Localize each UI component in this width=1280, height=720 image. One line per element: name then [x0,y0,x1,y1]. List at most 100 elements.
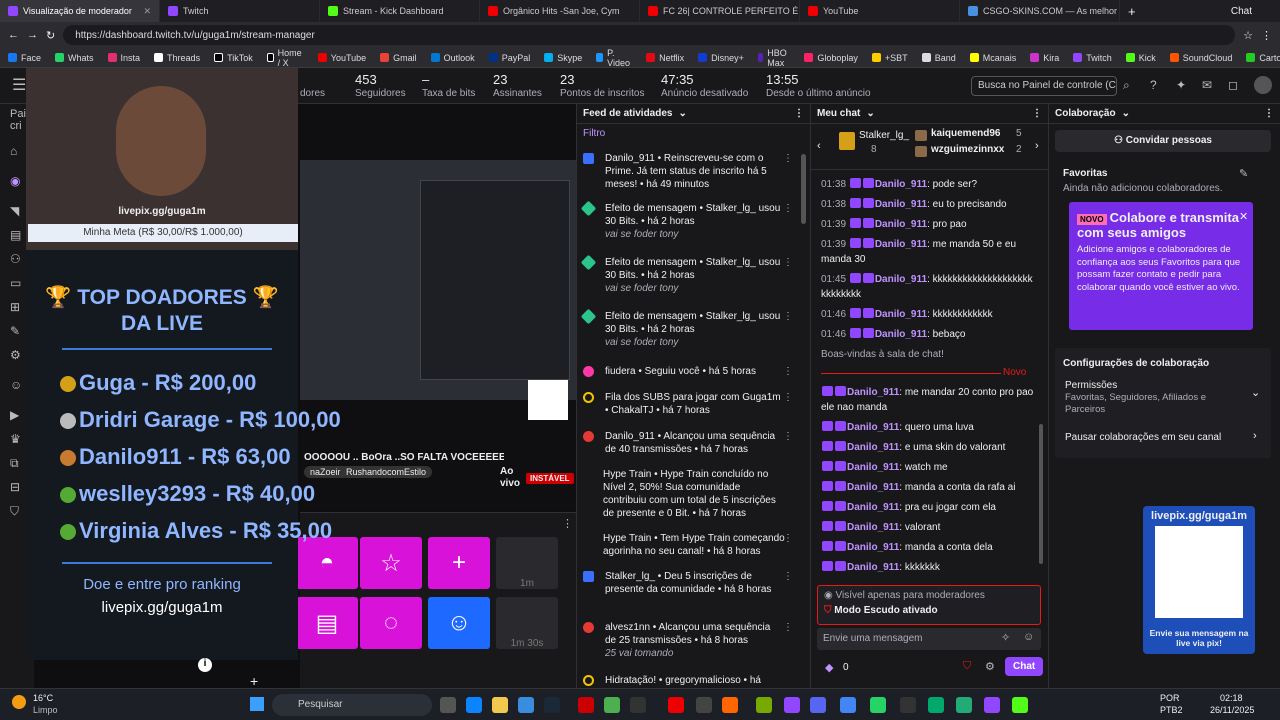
app-icon[interactable] [756,697,772,713]
bits-icon[interactable]: ◆ [825,661,833,674]
achievements-icon[interactable]: ♛ [10,432,21,446]
stream-icon[interactable]: ◉ [10,174,20,188]
book-icon[interactable]: ⊟ [10,480,20,494]
tools-icon[interactable]: ✎ [10,324,20,338]
new-tab-button[interactable]: + [1120,4,1144,19]
stream-tag[interactable]: RushandocomEstilo [340,466,433,478]
quick-action-timer[interactable]: 1m 30s [496,597,558,649]
twitch-icon[interactable] [784,697,800,713]
bookmark-6[interactable]: YouTube [317,53,366,63]
bookmark-15[interactable]: Globoplay [804,53,858,63]
more-icon[interactable]: ⋮ [1264,108,1274,119]
more-icon[interactable]: ⋮ [562,517,573,530]
more-icon[interactable]: ⋮ [783,202,793,215]
task-view-icon[interactable] [440,697,456,713]
bookmark-4[interactable]: TikTok [214,53,253,63]
scrollbar[interactable] [801,154,806,224]
pause-collab-row[interactable]: Pausar colaborações em seu canal [1065,432,1221,443]
hamburger-menu-icon[interactable]: ☰ [12,75,26,95]
bookmark-16[interactable]: +SBT [871,53,908,63]
inbox-icon[interactable]: ✉ [1202,78,1212,92]
whatsapp-icon[interactable] [870,697,886,713]
star-icon[interactable]: ☆ [1243,29,1253,42]
puzzle-icon[interactable]: ⧉ [10,456,19,471]
quick-action-button[interactable]: ◓ [296,537,358,589]
shield-icon[interactable]: ⛉ [10,504,19,519]
quick-action-button[interactable]: ◌ [360,597,422,649]
tab-1[interactable]: Twitch [160,0,320,22]
close-tab-icon[interactable]: ✕ [143,6,151,17]
help-icon[interactable]: ? [1150,78,1157,92]
quick-action-button[interactable]: ▤ [296,597,358,649]
video-icon[interactable]: ▶ [10,408,19,422]
tab-0[interactable]: Visualização de moderador ✕ [0,0,160,22]
taskbar-search[interactable]: Pesquisar [272,694,432,716]
tab-3[interactable]: Orgânico Hits -San Joe, Cym [480,0,640,22]
bookmark-14[interactable]: HBO Max [757,48,791,68]
bookmark-13[interactable]: Disney+ [698,53,744,63]
bookmark-5[interactable]: Home / X [266,48,304,68]
chrome-icon[interactable] [840,697,856,713]
store-icon[interactable] [518,697,534,713]
sparkle-icon[interactable]: ✧ [1001,631,1010,644]
url-field[interactable]: https://dashboard.twitch.tv/u/guga1m/str… [63,25,1236,45]
avatar[interactable] [1254,76,1272,94]
youtube-icon[interactable] [668,697,684,713]
discord-icon[interactable] [810,697,826,713]
chevron-down-icon[interactable]: ⌄ [678,108,686,119]
clock-time[interactable]: 02:18 [1220,693,1243,703]
kick-icon[interactable] [1012,697,1028,713]
chevron-right-icon[interactable]: › [1035,140,1039,152]
more-icon[interactable]: ⋮ [783,310,793,323]
send-chat-button[interactable]: Chat [1005,657,1044,676]
chevron-down-icon[interactable]: ⌄ [1122,108,1130,119]
bookmark-19[interactable]: Kira [1030,53,1059,63]
edit-icon[interactable]: ✎ [1239,167,1248,180]
reload-icon[interactable]: ↻ [46,29,55,42]
quick-action-button[interactable]: + [428,537,490,589]
bookmark-11[interactable]: P. Video [596,48,632,68]
scrollbar[interactable] [1039,424,1043,564]
bookmark-12[interactable]: Netflix [646,53,684,63]
browser-chat-button[interactable]: Chat [1231,6,1252,17]
bookmark-9[interactable]: PayPal [488,53,530,63]
more-icon[interactable]: ⋮ [783,532,793,545]
dashboard-search-input[interactable]: Busca no Painel de controle (C [971,76,1117,96]
emoji-icon[interactable]: ☺ [10,378,22,392]
windows-start-icon[interactable] [250,697,264,711]
weather-icon[interactable] [12,695,26,709]
more-icon[interactable]: ⋮ [1032,108,1042,119]
stream-preview[interactable]: OOOOOU .. BoOra ..SO FALTA VOCEEEEEE naZ… [300,104,576,510]
bookmark-10[interactable]: Skype [544,53,582,63]
steam-icon[interactable] [544,697,560,713]
community-icon[interactable]: ⚇ [10,252,21,266]
app-icon[interactable] [956,697,972,713]
shield-mode-icon[interactable]: ⛉ [963,660,971,673]
explorer-icon[interactable] [492,697,508,713]
bookmark-17[interactable]: Band [921,53,956,63]
bookmark-8[interactable]: Outlook [430,53,475,63]
more-icon[interactable]: ⋮ [783,570,793,583]
bookmark-20[interactable]: Twitch [1073,53,1112,63]
bookmark-3[interactable]: Threads [154,53,200,63]
quick-action-button[interactable]: ☺ [428,597,490,649]
back-icon[interactable]: ← [8,29,19,41]
close-icon[interactable]: ✕ [1239,210,1248,223]
quick-action-button[interactable]: ☆ [360,537,422,589]
bookmark-7[interactable]: Gmail [380,53,417,63]
menu-icon[interactable]: ⋮ [1261,29,1272,42]
chevron-right-icon[interactable]: › [1253,430,1257,442]
more-icon[interactable]: ⋮ [783,430,793,443]
settings-icon[interactable]: ⚙ [10,348,21,362]
chevron-left-icon[interactable]: ‹ [817,140,821,152]
epic-icon[interactable] [696,697,712,713]
sparkle-icon[interactable]: ✦ [1176,78,1186,92]
megaphone-icon[interactable]: ◥ [10,204,19,218]
obs-icon[interactable] [900,697,916,713]
chevron-down-icon[interactable]: ⌄ [866,108,874,119]
tab-4[interactable]: FC 26| CONTROLE PERFEITO É P [640,0,800,22]
more-icon[interactable]: ⋮ [783,621,793,634]
notifications-icon[interactable]: ◻ [1228,78,1238,92]
more-icon[interactable]: ⋮ [783,365,793,378]
tab-5[interactable]: YouTube [800,0,960,22]
